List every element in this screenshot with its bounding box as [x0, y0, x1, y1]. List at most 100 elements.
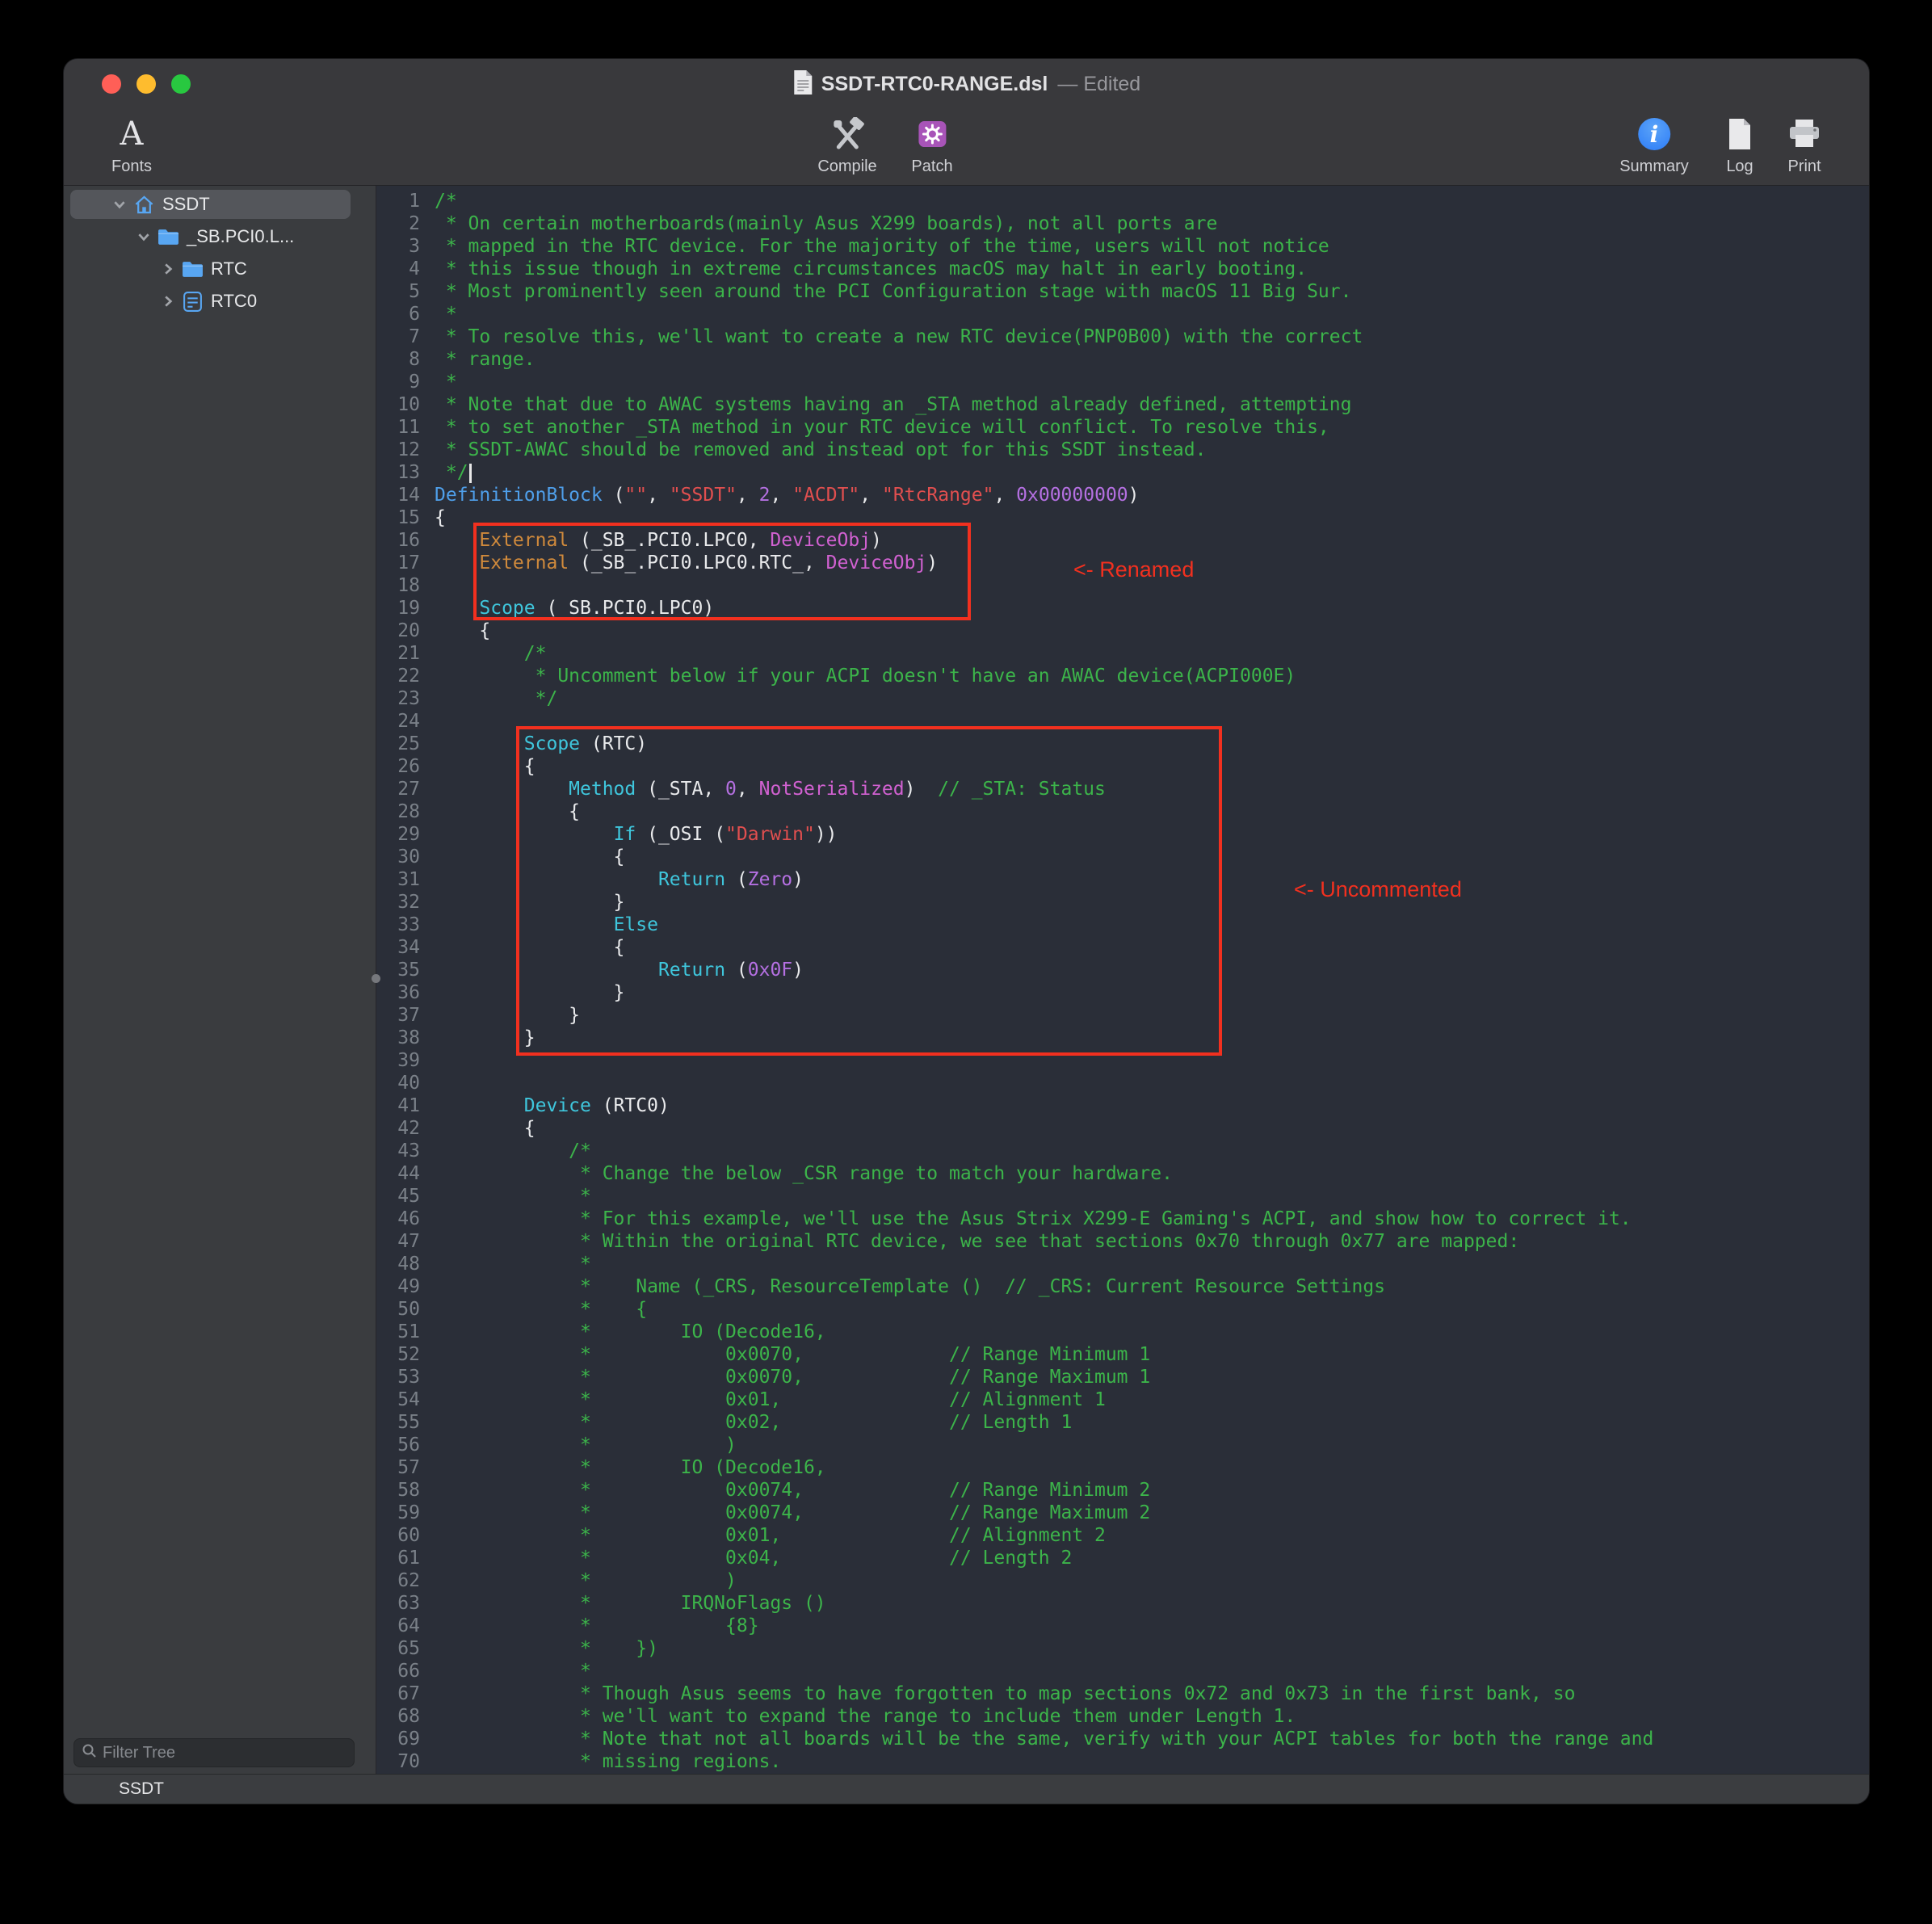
- code-line[interactable]: 25 Scope (RTC): [376, 733, 1869, 755]
- code-line[interactable]: 46 * For this example, we'll use the Asu…: [376, 1208, 1869, 1230]
- code-line[interactable]: 15{: [376, 506, 1869, 529]
- code-line[interactable]: 39: [376, 1049, 1869, 1072]
- code-line[interactable]: 28 {: [376, 800, 1869, 823]
- code-line[interactable]: 44 * Change the below _CSR range to matc…: [376, 1162, 1869, 1185]
- code-line[interactable]: 4 * this issue though in extreme circums…: [376, 258, 1869, 280]
- code-line[interactable]: 29 If (_OSI ("Darwin")): [376, 823, 1869, 846]
- fonts-button[interactable]: A Fonts: [111, 115, 152, 176]
- code-line[interactable]: 62 * ): [376, 1569, 1869, 1592]
- minimize-button[interactable]: [136, 74, 156, 94]
- code-line[interactable]: 58 * 0x0074, // Range Minimum 2: [376, 1479, 1869, 1502]
- summary-button[interactable]: i Summary: [1619, 115, 1689, 176]
- code-line[interactable]: 47 * Within the original RTC device, we …: [376, 1230, 1869, 1253]
- code-text: }: [435, 1004, 580, 1027]
- code-line[interactable]: 37 }: [376, 1004, 1869, 1027]
- filter-tree-input[interactable]: [103, 1744, 346, 1762]
- code-line[interactable]: 48 *: [376, 1253, 1869, 1275]
- chevron-down-icon[interactable]: [133, 226, 154, 247]
- code-line[interactable]: 65 * }): [376, 1637, 1869, 1660]
- code-line[interactable]: 41 Device (RTC0): [376, 1094, 1869, 1117]
- code-text: */: [435, 461, 472, 484]
- code-line[interactable]: 57 * IO (Decode16,: [376, 1456, 1869, 1479]
- code-line[interactable]: 34 {: [376, 936, 1869, 959]
- code-line[interactable]: 59 * 0x0074, // Range Maximum 2: [376, 1502, 1869, 1524]
- code-line[interactable]: 52 * 0x0070, // Range Minimum 1: [376, 1343, 1869, 1366]
- code-line[interactable]: 14DefinitionBlock ("", "SSDT", 2, "ACDT"…: [376, 484, 1869, 506]
- code-line[interactable]: 9 *: [376, 371, 1869, 393]
- filter-tree-box[interactable]: [74, 1738, 355, 1767]
- code-line[interactable]: 36 }: [376, 981, 1869, 1004]
- code-line[interactable]: 70 * missing regions.: [376, 1750, 1869, 1773]
- sidebar-item-sbpci0l[interactable]: _SB.PCI0.L...: [64, 221, 376, 253]
- code-line[interactable]: 13 */: [376, 461, 1869, 484]
- code-line[interactable]: 45 *: [376, 1185, 1869, 1208]
- code-line[interactable]: 31 Return (Zero): [376, 868, 1869, 891]
- code-line[interactable]: 7 * To resolve this, we'll want to creat…: [376, 326, 1869, 348]
- log-button[interactable]: Log: [1726, 115, 1754, 176]
- code-line[interactable]: 30 {: [376, 846, 1869, 868]
- sidebar-item-ssdt[interactable]: SSDT: [64, 188, 376, 221]
- compile-button[interactable]: Compile: [817, 115, 876, 176]
- code-line[interactable]: 35 Return (0x0F): [376, 959, 1869, 981]
- code-line[interactable]: 20 {: [376, 620, 1869, 642]
- chevron-down-icon[interactable]: [109, 194, 130, 215]
- code-line[interactable]: 22 * Uncomment below if your ACPI doesn'…: [376, 665, 1869, 687]
- code-line[interactable]: 33 Else: [376, 914, 1869, 936]
- chevron-right-icon[interactable]: [158, 291, 178, 312]
- code-line[interactable]: 67 * Though Asus seems to have forgotten…: [376, 1682, 1869, 1705]
- code-line[interactable]: 10 * Note that due to AWAC systems havin…: [376, 393, 1869, 416]
- code-line[interactable]: 6 *: [376, 303, 1869, 326]
- code-text: * 0x0070, // Range Minimum 1: [435, 1343, 1150, 1366]
- code-line[interactable]: 61 * 0x04, // Length 2: [376, 1547, 1869, 1569]
- sidebar: SSDT _SB.PCI0.L...RTCRTC0: [64, 186, 376, 1774]
- code-line[interactable]: 38 }: [376, 1027, 1869, 1049]
- code-line[interactable]: 53 * 0x0070, // Range Maximum 1: [376, 1366, 1869, 1388]
- code-line[interactable]: 50 * {: [376, 1298, 1869, 1321]
- code-line[interactable]: 26 {: [376, 755, 1869, 778]
- log-icon: [1726, 115, 1754, 153]
- sidebar-item-label: SSDT: [162, 194, 210, 215]
- patch-button[interactable]: Patch: [911, 115, 952, 176]
- code-line[interactable]: 1/*: [376, 190, 1869, 212]
- code-line[interactable]: 42 {: [376, 1117, 1869, 1140]
- code-line[interactable]: 43 /*: [376, 1140, 1869, 1162]
- line-number: 40: [376, 1072, 435, 1094]
- code-line[interactable]: 40: [376, 1072, 1869, 1094]
- code-line[interactable]: 3 * mapped in the RTC device. For the ma…: [376, 235, 1869, 258]
- code-line[interactable]: 27 Method (_STA, 0, NotSerialized) // _S…: [376, 778, 1869, 800]
- code-line[interactable]: 16 External (_SB_.PCI0.LPC0, DeviceObj): [376, 529, 1869, 552]
- zoom-button[interactable]: [171, 74, 191, 94]
- code-line[interactable]: 56 * ): [376, 1434, 1869, 1456]
- code-line[interactable]: 55 * 0x02, // Length 1: [376, 1411, 1869, 1434]
- code-line[interactable]: 8 * range.: [376, 348, 1869, 371]
- code-line[interactable]: 12 * SSDT-AWAC should be removed and ins…: [376, 439, 1869, 461]
- code-line[interactable]: 54 * 0x01, // Alignment 1: [376, 1388, 1869, 1411]
- code-line[interactable]: 49 * Name (_CRS, ResourceTemplate () // …: [376, 1275, 1869, 1298]
- code-text: {: [435, 936, 624, 959]
- code-editor[interactable]: 1/*2 * On certain motherboards(mainly As…: [376, 186, 1869, 1774]
- code-line[interactable]: 68 * we'll want to expand the range to i…: [376, 1705, 1869, 1728]
- code-line[interactable]: 51 * IO (Decode16,: [376, 1321, 1869, 1343]
- print-button[interactable]: Print: [1787, 115, 1821, 176]
- code-line[interactable]: 66 *: [376, 1660, 1869, 1682]
- code-line[interactable]: 5 * Most prominently seen around the PCI…: [376, 280, 1869, 303]
- line-number: 57: [376, 1456, 435, 1479]
- code-line[interactable]: 63 * IRQNoFlags (): [376, 1592, 1869, 1615]
- code-line[interactable]: 23 */: [376, 687, 1869, 710]
- sidebar-item-rtc[interactable]: RTC: [64, 253, 376, 285]
- splitter-handle[interactable]: [372, 974, 380, 983]
- close-button[interactable]: [102, 74, 121, 94]
- code-line[interactable]: 11 * to set another _STA method in your …: [376, 416, 1869, 439]
- code-line[interactable]: 2 * On certain motherboards(mainly Asus …: [376, 212, 1869, 235]
- code-text: External (_SB_.PCI0.LPC0.RTC_, DeviceObj…: [435, 552, 938, 574]
- chevron-right-icon[interactable]: [158, 258, 178, 279]
- code-line[interactable]: 19 Scope (_SB.PCI0.LPC0): [376, 597, 1869, 620]
- code-line[interactable]: 64 * {8}: [376, 1615, 1869, 1637]
- code-line[interactable]: 69 * Note that not all boards will be th…: [376, 1728, 1869, 1750]
- code-line[interactable]: 32 }: [376, 891, 1869, 914]
- code-line[interactable]: 60 * 0x01, // Alignment 2: [376, 1524, 1869, 1547]
- code-line[interactable]: 21 /*: [376, 642, 1869, 665]
- code-text: * 0x0070, // Range Maximum 1: [435, 1366, 1150, 1388]
- code-line[interactable]: 24: [376, 710, 1869, 733]
- sidebar-item-rtc0[interactable]: RTC0: [64, 285, 376, 317]
